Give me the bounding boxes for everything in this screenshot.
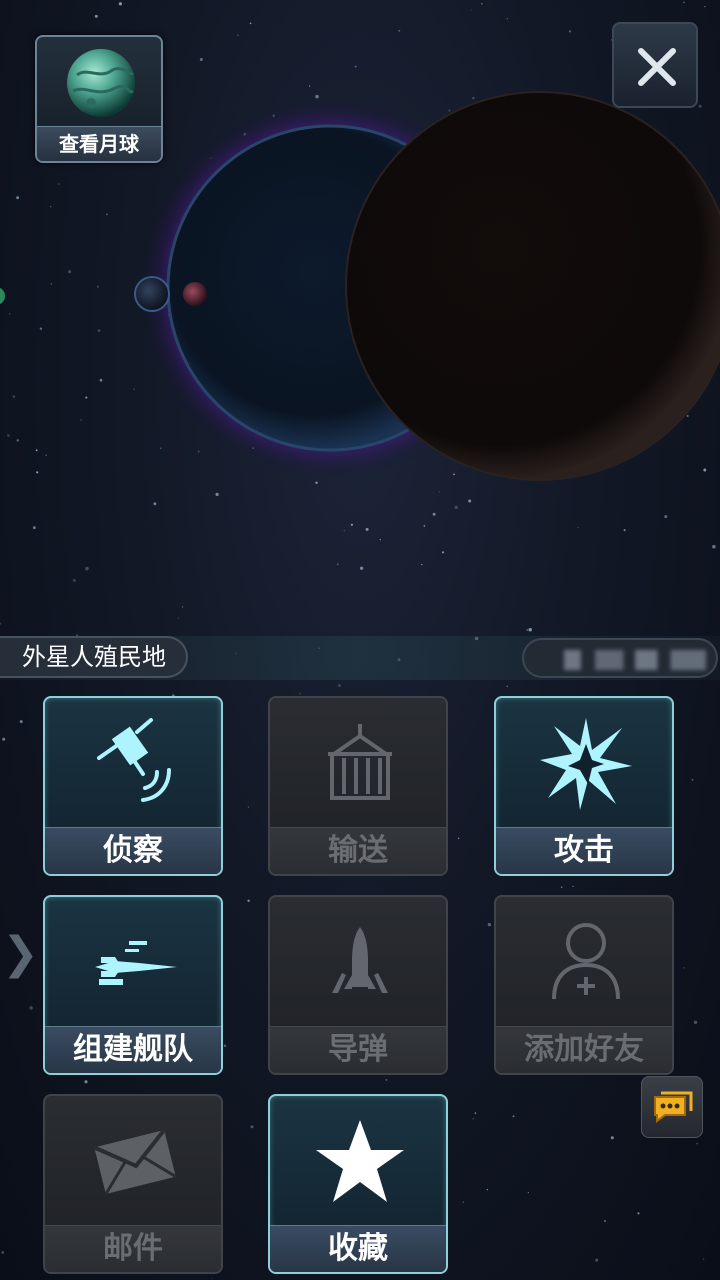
moon-thumbnail-icon bbox=[67, 49, 135, 117]
star bbox=[247, 806, 250, 808]
close-icon bbox=[638, 48, 676, 86]
star bbox=[299, 692, 301, 695]
colony-name: 外星人殖民地 bbox=[0, 636, 188, 678]
star bbox=[691, 778, 694, 781]
small-planet-blue[interactable] bbox=[134, 276, 170, 312]
star bbox=[2, 737, 6, 741]
star bbox=[250, 1125, 254, 1129]
star bbox=[637, 1212, 640, 1215]
star bbox=[560, 886, 563, 888]
action-label: 导弹 bbox=[270, 1026, 446, 1073]
view-moon-label: 查看月球 bbox=[37, 126, 161, 161]
star bbox=[462, 1201, 464, 1203]
cargo-container-icon bbox=[328, 724, 392, 800]
star bbox=[683, 967, 685, 969]
star bbox=[610, 1136, 614, 1140]
missile-icon bbox=[332, 927, 388, 993]
action-form-fleet-button[interactable]: 组建舰队 bbox=[43, 895, 223, 1075]
blurred-owner-name bbox=[564, 650, 706, 670]
star bbox=[512, 1115, 515, 1118]
satellite-icon bbox=[97, 718, 171, 802]
star bbox=[506, 685, 508, 687]
owner-name-pill bbox=[522, 638, 718, 678]
small-planet-green[interactable] bbox=[0, 287, 5, 305]
chevron-left-icon[interactable]: ❯ bbox=[2, 928, 39, 979]
view-moon-button[interactable]: 查看月球 bbox=[35, 35, 163, 163]
action-add-friend-button[interactable]: 添加好友 bbox=[494, 895, 674, 1075]
dark-planet[interactable] bbox=[345, 91, 720, 481]
add-friend-icon bbox=[552, 923, 620, 1000]
action-missile-button[interactable]: 导弹 bbox=[268, 895, 448, 1075]
action-label: 攻击 bbox=[496, 827, 672, 874]
action-scout-button[interactable]: 侦察 bbox=[43, 696, 223, 876]
small-planet-pink[interactable] bbox=[183, 282, 207, 306]
star bbox=[472, 1117, 475, 1120]
star bbox=[457, 837, 460, 839]
chat-bubble-icon bbox=[654, 1091, 693, 1123]
action-label: 收藏 bbox=[270, 1225, 446, 1272]
star bbox=[487, 922, 492, 927]
action-mail-button[interactable]: 邮件 bbox=[43, 1094, 223, 1274]
star bbox=[223, 1044, 226, 1047]
action-transport-button[interactable]: 输送 bbox=[268, 696, 448, 876]
star bbox=[385, 1079, 388, 1081]
star bbox=[247, 899, 250, 903]
star-icon bbox=[316, 1120, 404, 1202]
explosion-icon bbox=[540, 718, 632, 810]
action-label: 侦察 bbox=[45, 827, 221, 874]
action-label: 输送 bbox=[270, 827, 446, 874]
star bbox=[603, 1219, 607, 1223]
star bbox=[702, 1258, 705, 1260]
star bbox=[696, 1142, 698, 1145]
star bbox=[19, 720, 23, 724]
star bbox=[84, 1080, 88, 1084]
action-label: 添加好友 bbox=[496, 1026, 672, 1073]
star bbox=[1, 1251, 5, 1254]
star bbox=[595, 1258, 599, 1262]
star bbox=[211, 1277, 213, 1279]
action-label: 组建舰队 bbox=[45, 1026, 221, 1073]
close-button[interactable] bbox=[612, 22, 698, 108]
star bbox=[693, 1020, 698, 1025]
star bbox=[338, 684, 341, 687]
star bbox=[486, 1188, 489, 1191]
spaceship-icon bbox=[95, 941, 177, 985]
action-attack-button[interactable]: 攻击 bbox=[494, 696, 674, 876]
mail-icon bbox=[93, 1128, 177, 1195]
chat-button[interactable] bbox=[641, 1076, 703, 1138]
star bbox=[29, 1006, 33, 1010]
action-label: 邮件 bbox=[45, 1225, 221, 1272]
action-favorite-button[interactable]: 收藏 bbox=[268, 1094, 448, 1274]
star bbox=[527, 1192, 529, 1194]
star bbox=[572, 885, 574, 888]
star bbox=[474, 1112, 477, 1114]
